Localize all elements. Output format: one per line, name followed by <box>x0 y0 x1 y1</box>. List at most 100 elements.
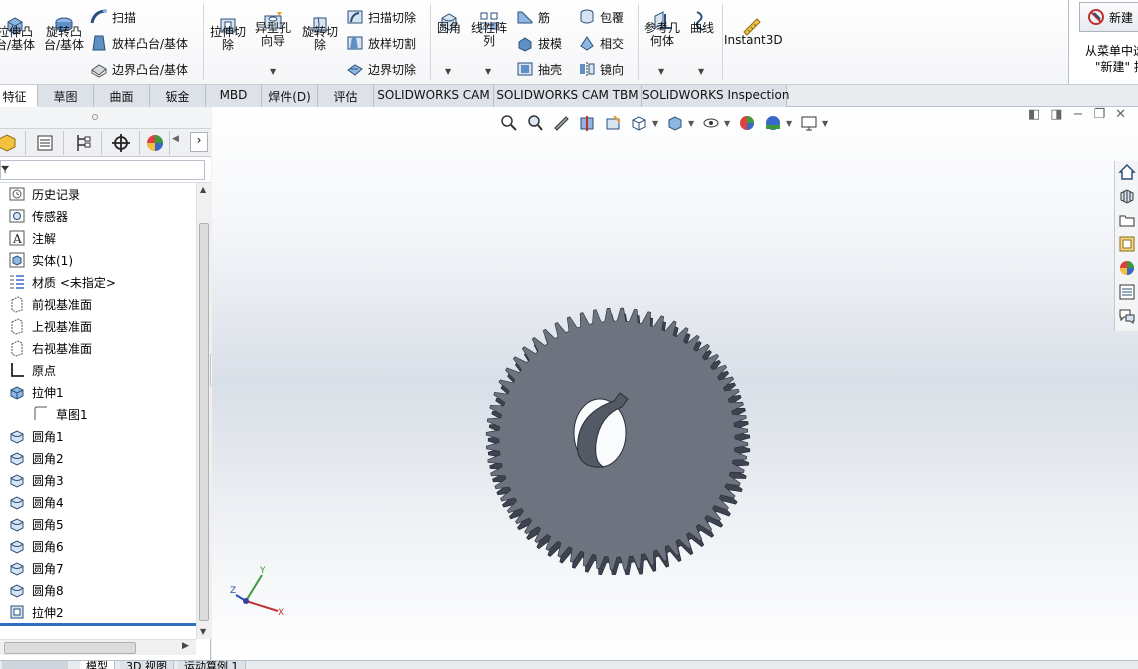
file-explorer-icon[interactable] <box>1118 211 1136 229</box>
fillet-dropdown-arrow[interactable]: ▼ <box>445 67 451 76</box>
tab-dimxpert-manager[interactable] <box>102 131 140 155</box>
tree-node[interactable]: 草图1 <box>32 403 88 425</box>
design-library-icon[interactable] <box>1118 187 1136 205</box>
boundary-boss-button[interactable]: 边界凸台/基体 <box>90 60 188 78</box>
instant3d-button[interactable]: Instant3D <box>724 16 783 47</box>
zoom-to-fit-button[interactable] <box>496 112 522 134</box>
view-settings-dropdown[interactable]: ▼ <box>822 119 832 128</box>
gear-model[interactable] <box>482 303 752 575</box>
graphics-area[interactable]: ▼ ▼ ▼ ▼ ▼ ◧ ◨ − ❐ ✕ Y X Z <box>212 107 1138 660</box>
view-palette-icon[interactable] <box>1118 235 1136 253</box>
sweep-button[interactable]: 扫描 <box>90 8 136 26</box>
tile-right-icon[interactable]: ◨ <box>1050 107 1062 122</box>
extrude-boss-button[interactable]: 拉伸凸 台/基体 <box>0 14 36 52</box>
tab-configuration-manager[interactable] <box>64 131 102 155</box>
tab-features[interactable]: 特征 <box>0 85 38 107</box>
boundary-cut-button[interactable]: 边界切除 <box>346 60 416 78</box>
tab-display-manager[interactable] <box>140 131 170 155</box>
hole-wizard-button[interactable]: 异型孔 向导 <box>252 10 294 48</box>
revolve-cut-button[interactable]: 旋转切 除 <box>298 14 342 52</box>
tab-model[interactable]: 模型 <box>80 661 115 669</box>
tab-feature-manager[interactable] <box>0 131 26 155</box>
tree-node[interactable]: 传感器 <box>8 205 68 227</box>
hide-show-items-button[interactable] <box>698 112 724 134</box>
tree-node[interactable]: 圆角1 <box>8 425 64 447</box>
reference-geometry-dropdown-arrow[interactable]: ▼ <box>658 67 664 76</box>
tree-node[interactable]: 圆角5 <box>8 513 64 535</box>
intersect-button[interactable]: 相交 <box>578 34 624 52</box>
tile-left-icon[interactable]: ◧ <box>1028 107 1040 122</box>
tab-solidworks-inspection[interactable]: SOLIDWORKS Inspection <box>642 85 789 107</box>
tree-node[interactable]: 材质 <未指定> <box>8 271 116 293</box>
tree-node[interactable]: 原点 <box>8 359 56 381</box>
tree-node[interactable]: 前视基准面 <box>8 293 92 315</box>
tab-surfaces[interactable]: 曲面 <box>94 85 150 107</box>
tree-horizontal-scrollbar[interactable]: ▶ <box>0 639 196 655</box>
apply-scene-dropdown[interactable]: ▼ <box>786 119 796 128</box>
apply-scene-button[interactable] <box>760 112 786 134</box>
rollback-bar[interactable] <box>0 623 196 626</box>
linear-pattern-button[interactable]: 线性阵 列 <box>468 10 510 48</box>
tab-property-manager[interactable] <box>26 131 64 155</box>
zoom-to-area-button[interactable] <box>522 112 548 134</box>
tree-node[interactable]: 历史记录 <box>8 183 80 205</box>
linear-pattern-dropdown-arrow[interactable]: ▼ <box>485 67 491 76</box>
scroll-up-arrow[interactable]: ▲ <box>200 185 206 194</box>
revolve-boss-button[interactable]: 旋转凸 台/基体 <box>42 14 86 52</box>
minimize-button[interactable]: − <box>1073 107 1084 122</box>
tree-node[interactable]: 拉伸2 <box>8 601 64 623</box>
scroll-down-arrow[interactable]: ▼ <box>200 627 206 636</box>
tree-node[interactable]: 实体(1) <box>8 249 73 271</box>
close-button[interactable]: ✕ <box>1115 107 1126 122</box>
tree-node[interactable]: 圆角6 <box>8 535 64 557</box>
restore-button[interactable]: ❐ <box>1093 107 1105 122</box>
fillet-button[interactable]: 圆角 <box>434 10 464 35</box>
shell-button[interactable]: 抽壳 <box>516 60 562 78</box>
solidworks-resources-icon[interactable] <box>1118 163 1136 181</box>
appearances-scenes-icon[interactable] <box>1118 259 1136 277</box>
mirror-button[interactable]: 镜向 <box>578 60 624 78</box>
tree-horizontal-scroll-thumb[interactable] <box>4 642 136 654</box>
display-style-button[interactable] <box>662 112 688 134</box>
display-style-dropdown[interactable]: ▼ <box>688 119 698 128</box>
panel-tabs-scroll-right[interactable]: › <box>190 132 208 152</box>
tab-3d-views[interactable]: 3D 视图 <box>120 661 174 669</box>
tree-vertical-scrollbar[interactable]: ▲ ▼ <box>196 183 211 639</box>
tree-node[interactable]: 圆角8 <box>8 579 64 601</box>
rib-button[interactable]: 筋 <box>516 8 550 26</box>
tree-node[interactable]: 圆角3 <box>8 469 64 491</box>
hide-show-dropdown[interactable]: ▼ <box>724 119 734 128</box>
view-orientation-dropdown[interactable]: ▼ <box>652 119 662 128</box>
hole-wizard-dropdown-arrow[interactable]: ▼ <box>270 67 276 76</box>
edit-appearance-button[interactable] <box>734 112 760 134</box>
reference-geometry-button[interactable]: 参考几 何体 <box>642 10 682 48</box>
panel-splitter[interactable] <box>0 107 211 129</box>
curves-button[interactable]: 曲线 <box>686 10 718 35</box>
panel-tabs-scroll-left[interactable]: ◀ <box>172 134 188 152</box>
tab-navigation-arrows[interactable] <box>2 661 68 669</box>
view-orientation-button[interactable] <box>626 112 652 134</box>
scroll-right-arrow[interactable]: ▶ <box>182 641 189 651</box>
section-view-button[interactable] <box>574 112 600 134</box>
extrude-cut-button[interactable]: 拉伸切 除 <box>207 14 249 52</box>
curves-dropdown-arrow[interactable]: ▼ <box>698 67 704 76</box>
swept-cut-button[interactable]: 扫描切除 <box>346 8 416 26</box>
forum-icon[interactable] <box>1118 307 1136 325</box>
tree-node[interactable]: 圆角4 <box>8 491 64 513</box>
tab-motion-study-1[interactable]: 运动算例 1 <box>178 661 246 669</box>
tree-node[interactable]: 拉伸1 <box>8 381 64 403</box>
tree-node[interactable]: 上视基准面 <box>8 315 92 337</box>
tab-solidworks-cam-tbm[interactable]: SOLIDWORKS CAM TBM <box>494 85 642 107</box>
tab-mbd[interactable]: MBD <box>206 85 262 107</box>
loft-boss-button[interactable]: 放样凸台/基体 <box>90 34 188 52</box>
tab-weldments[interactable]: 焊件(D) <box>262 85 318 107</box>
draft-button[interactable]: 拔模 <box>516 34 562 52</box>
tree-node[interactable]: A 注解 <box>8 227 56 249</box>
tree-filter-input[interactable] <box>0 160 205 180</box>
tab-solidworks-cam[interactable]: SOLIDWORKS CAM <box>374 85 494 107</box>
new-document-button[interactable]: 新建 <box>1079 2 1138 32</box>
dynamic-annotation-views-button[interactable] <box>600 112 626 134</box>
tree-node[interactable]: 右视基准面 <box>8 337 92 359</box>
tree-node[interactable]: 圆角7 <box>8 557 64 579</box>
tree-node[interactable]: 圆角2 <box>8 447 64 469</box>
